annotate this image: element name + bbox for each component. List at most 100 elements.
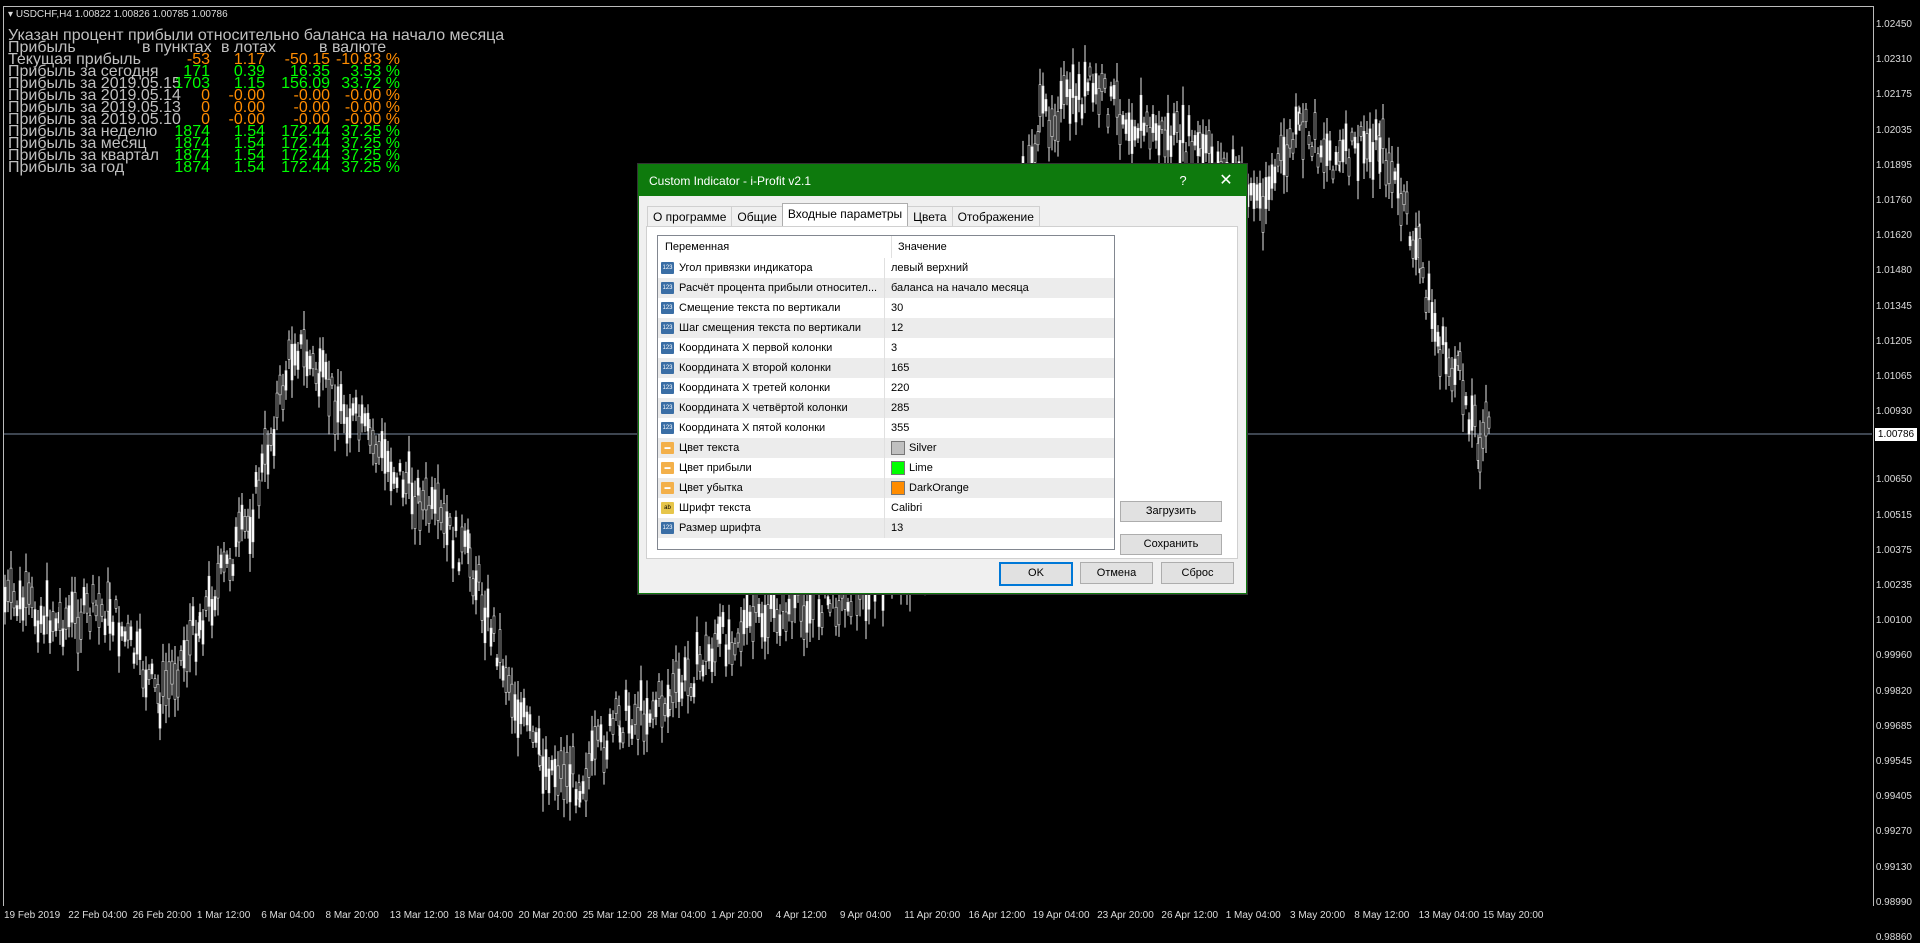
dropdown-arrow-icon[interactable]: ▾ (8, 9, 16, 20)
reset-button[interactable]: Сброс (1161, 562, 1234, 584)
candle-body (489, 627, 493, 647)
candle-body (1172, 113, 1176, 136)
parameter-value[interactable]: 3 (885, 342, 897, 354)
candle-body (510, 683, 514, 718)
candle-body (94, 604, 98, 617)
candle-body (150, 663, 154, 675)
tab-panel-inputs: Переменная Значение 123 Угол привязки инд… (646, 226, 1238, 559)
parameter-value-text: 355 (891, 422, 910, 434)
close-button[interactable]: ✕ (1206, 165, 1246, 196)
candle-body (674, 660, 678, 693)
parameter-value[interactable]: Silver (885, 441, 937, 455)
parameter-row[interactable]: 123 Шаг смещения текста по вертикали 12 (658, 318, 1114, 338)
candle-body (416, 477, 420, 496)
tab-item[interactable]: О программе (647, 206, 733, 227)
candle-body (1273, 166, 1277, 184)
candle-body (179, 650, 183, 662)
candle-body (73, 592, 77, 624)
parameter-row[interactable]: 123 Расчёт процента прибыли относител... б… (658, 278, 1114, 298)
parameter-row[interactable]: ▬ Цвет прибыли Lime (658, 458, 1114, 478)
dialog-titlebar[interactable]: Custom Indicator - i-Profit v2.1 ? ✕ (639, 165, 1246, 196)
candle-body (207, 575, 211, 607)
parameter-value[interactable]: 12 (885, 322, 903, 334)
save-button[interactable]: Сохранить (1120, 534, 1222, 555)
candle-body (751, 606, 755, 642)
time-axis-label: 9 Apr 04:00 (839, 910, 892, 921)
candle-body (48, 620, 52, 644)
candle-body (1062, 75, 1066, 105)
parameter-value[interactable]: Lime (885, 461, 933, 475)
tab-item[interactable]: Общие (731, 206, 783, 227)
time-axis-label: 13 Mar 12:00 (389, 910, 449, 921)
parameter-value[interactable]: баланса на начало месяца (885, 282, 1029, 294)
candle-body (368, 427, 372, 446)
parameter-value[interactable]: 30 (885, 302, 903, 314)
candle-body (85, 593, 89, 614)
parameter-row[interactable]: 123 Смещение текста по вертикали 30 (658, 298, 1114, 318)
candle-body (228, 558, 232, 581)
parameter-row[interactable]: 123 Координата X третей колонки 220 (658, 378, 1114, 398)
tab-item[interactable]: Входные параметры (781, 203, 909, 227)
parameter-row[interactable]: ab Шрифт текста Calibri (658, 498, 1114, 518)
candle-body (64, 607, 68, 630)
candle-body (1201, 133, 1205, 165)
candle-body (837, 600, 841, 626)
color-swatch (891, 481, 905, 495)
candle-body (454, 516, 458, 531)
parameter-value[interactable]: 165 (885, 362, 909, 374)
candle-body (630, 725, 634, 739)
candle-body (704, 634, 708, 662)
grid-header-value[interactable]: Значение (892, 236, 947, 258)
help-button[interactable]: ? (1160, 165, 1206, 196)
candle-body (1371, 142, 1375, 180)
tab-item[interactable]: Цвета (907, 206, 953, 227)
time-axis-label: 26 Feb 20:00 (132, 910, 192, 921)
parameter-row[interactable]: ▬ Цвет убытка DarkOrange (658, 478, 1114, 498)
candle-body (67, 605, 71, 628)
candle-body (451, 540, 455, 569)
candle-body (483, 607, 487, 644)
parameter-row[interactable]: 123 Координата X первой колонки 3 (658, 338, 1114, 358)
parameter-row[interactable]: 123 Координата X четвёртой колонки 285 (658, 398, 1114, 418)
cancel-button[interactable]: Отмена (1080, 562, 1153, 584)
candle-body (701, 664, 705, 677)
price-axis-label: 1.00235 (1875, 580, 1912, 591)
time-axis-label: 13 May 04:00 (1418, 910, 1480, 921)
parameter-value[interactable]: DarkOrange (885, 481, 969, 495)
price-axis-label: 1.00375 (1875, 544, 1912, 556)
grid-header-variable[interactable]: Переменная (658, 236, 892, 258)
time-axis-label: 4 Apr 12:00 (775, 910, 827, 921)
candle-body (1484, 401, 1488, 437)
parameter-row[interactable]: 123 Координата X пятой колонки 355 (658, 418, 1114, 438)
time-axis-label: 16 Apr 12:00 (968, 910, 1026, 921)
candle-body (1139, 94, 1143, 131)
candle-body (260, 453, 264, 473)
candle-body (1438, 349, 1442, 377)
parameter-value[interactable]: Calibri (885, 502, 922, 514)
candle-body (204, 596, 208, 611)
parameter-value[interactable]: 355 (885, 422, 909, 434)
dialog-title: Custom Indicator - i-Profit v2.1 (649, 173, 812, 188)
load-button[interactable]: Загрузить (1120, 501, 1222, 522)
candle-body (677, 668, 681, 702)
price-axis-label: 1.01480 (1875, 265, 1912, 277)
candle-body (248, 516, 252, 554)
parameter-row[interactable]: 123 Угол привязки индикатора левый верхний (658, 258, 1114, 278)
parameter-row[interactable]: 123 Размер шрифта 13 (658, 518, 1114, 538)
parameter-row[interactable]: 123 Координата X второй колонки 165 (658, 358, 1114, 378)
candle-body (445, 511, 449, 546)
tab-item[interactable]: Отображение (951, 206, 1040, 227)
parameter-value[interactable]: 285 (885, 402, 909, 414)
candle-body (138, 628, 142, 660)
parameter-row[interactable]: ▬ Цвет текста Silver (658, 438, 1114, 458)
parameter-value[interactable]: левый верхний (885, 262, 968, 274)
parameter-value[interactable]: 13 (885, 522, 903, 534)
candle-body (18, 580, 22, 610)
parameter-value[interactable]: 220 (885, 382, 909, 394)
candle-body (571, 746, 575, 775)
candle-body (1396, 163, 1400, 199)
parameter-value-text: 220 (891, 382, 910, 394)
candle-body (410, 482, 414, 515)
candle-body (587, 753, 591, 778)
ok-button[interactable]: OK (999, 562, 1073, 586)
